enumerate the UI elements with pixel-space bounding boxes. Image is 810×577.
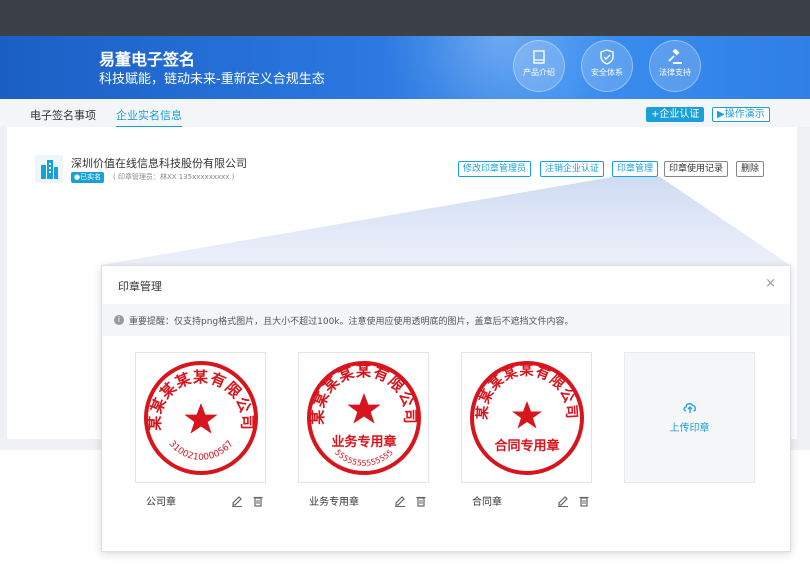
- seal-image: 某某某某某有限公司 3100210000567: [144, 361, 258, 475]
- document-icon: [533, 50, 545, 64]
- seal-name: 业务专用章: [309, 497, 359, 508]
- nav-label: 安全体系: [591, 68, 623, 77]
- seal-serial: 3100210000567: [166, 439, 235, 463]
- tab-enterprise-info[interactable]: 企业实名信息: [116, 107, 182, 128]
- nav-label: 产品介绍: [523, 68, 555, 77]
- notice-bar: i 重要提醒：仅支持png格式图片，且大小不超过100k。注意使用应使用透明底的…: [102, 304, 790, 336]
- cancel-auth-button[interactable]: 注销企业认证: [540, 161, 605, 177]
- seal-bottom-text: 业务专用章: [331, 434, 396, 450]
- close-icon[interactable]: ×: [765, 276, 776, 291]
- seal-image: 某某某某某有限公司 合同专用章: [470, 361, 584, 475]
- play-icon: ▶: [717, 109, 725, 120]
- seal-serial: 5555555555555: [333, 448, 395, 468]
- svg-text:3100210000567: 3100210000567: [166, 439, 235, 463]
- edit-icon[interactable]: [231, 492, 243, 507]
- svg-text:5555555555555: 5555555555555: [333, 448, 395, 468]
- seal-bottom-text: 合同专用章: [494, 438, 559, 454]
- seal-image: 某某某某某有限公司 业务专用章 5555555555555: [307, 361, 421, 475]
- brand-title: 易董电子签名: [99, 50, 196, 69]
- edit-icon[interactable]: [557, 492, 569, 507]
- info-icon: i: [114, 315, 124, 325]
- edit-icon[interactable]: [394, 492, 406, 507]
- seal-admin-info: ( 印章管理员：林XX 135xxxxxxxxx ): [113, 173, 235, 181]
- top-bar: [0, 0, 810, 36]
- trash-icon[interactable]: [578, 492, 590, 507]
- seal-card-contract[interactable]: 某某某某某有限公司 合同专用章: [461, 352, 592, 483]
- cloud-upload-icon: [683, 403, 696, 413]
- seal-name: 合同章: [472, 497, 502, 508]
- badge-text: 已实名: [80, 173, 102, 181]
- seal-card-company[interactable]: 某某某某某有限公司 3100210000567: [135, 352, 266, 483]
- star-icon: [347, 393, 381, 424]
- company-name: 深圳价值在线信息科技股份有限公司: [71, 157, 247, 170]
- shield-icon: [600, 49, 614, 65]
- enterprise-auth-button[interactable]: +企业认证: [646, 107, 705, 122]
- delete-button[interactable]: 删除: [736, 161, 765, 177]
- demo-label: 操作演示: [724, 109, 765, 120]
- demo-button[interactable]: ▶操作演示: [712, 107, 770, 122]
- seal-card-business[interactable]: 某某某某某有限公司 业务专用章 5555555555555: [298, 352, 429, 483]
- star-icon: [184, 403, 218, 434]
- seal-name: 公司章: [146, 497, 176, 508]
- trash-icon[interactable]: [415, 492, 427, 507]
- header-banner: 易董电子签名 科技赋能，链动未来-重新定义合规生态 产品介绍 安全体系 法律支持: [0, 36, 810, 99]
- seal-manage-modal: 印章管理 × i 重要提醒：仅支持png格式图片，且大小不超过100k。注意使用…: [101, 265, 791, 552]
- seal-manage-button[interactable]: 印章管理: [612, 161, 659, 177]
- modal-title: 印章管理: [118, 280, 162, 293]
- nav-product-intro[interactable]: 产品介绍: [513, 40, 565, 92]
- verified-badge: ●已实名: [71, 172, 105, 183]
- notice-text: 重要提醒：仅支持png格式图片，且大小不超过100k。注意使用应使用透明底的图片…: [129, 317, 574, 327]
- seal-usage-record-button[interactable]: 印章使用记录: [664, 161, 729, 177]
- building-icon: [35, 155, 63, 183]
- nav-legal[interactable]: 法律支持: [649, 40, 701, 92]
- upload-seal-button[interactable]: 上传印章: [624, 352, 755, 483]
- edit-seal-admin-button[interactable]: 修改印章管理员: [458, 161, 532, 177]
- trash-icon[interactable]: [252, 492, 264, 507]
- gavel-icon: [668, 49, 682, 64]
- star-icon: [512, 401, 542, 429]
- tab-esign-items[interactable]: 电子签名事项: [30, 107, 96, 123]
- nav-label: 法律支持: [659, 68, 691, 77]
- brand-slogan: 科技赋能，链动未来-重新定义合规生态: [99, 72, 325, 87]
- upload-label: 上传印章: [669, 423, 710, 434]
- nav-security[interactable]: 安全体系: [581, 40, 633, 92]
- tabs-bar: 电子签名事项 企业实名信息 +企业认证 ▶操作演示: [0, 99, 810, 128]
